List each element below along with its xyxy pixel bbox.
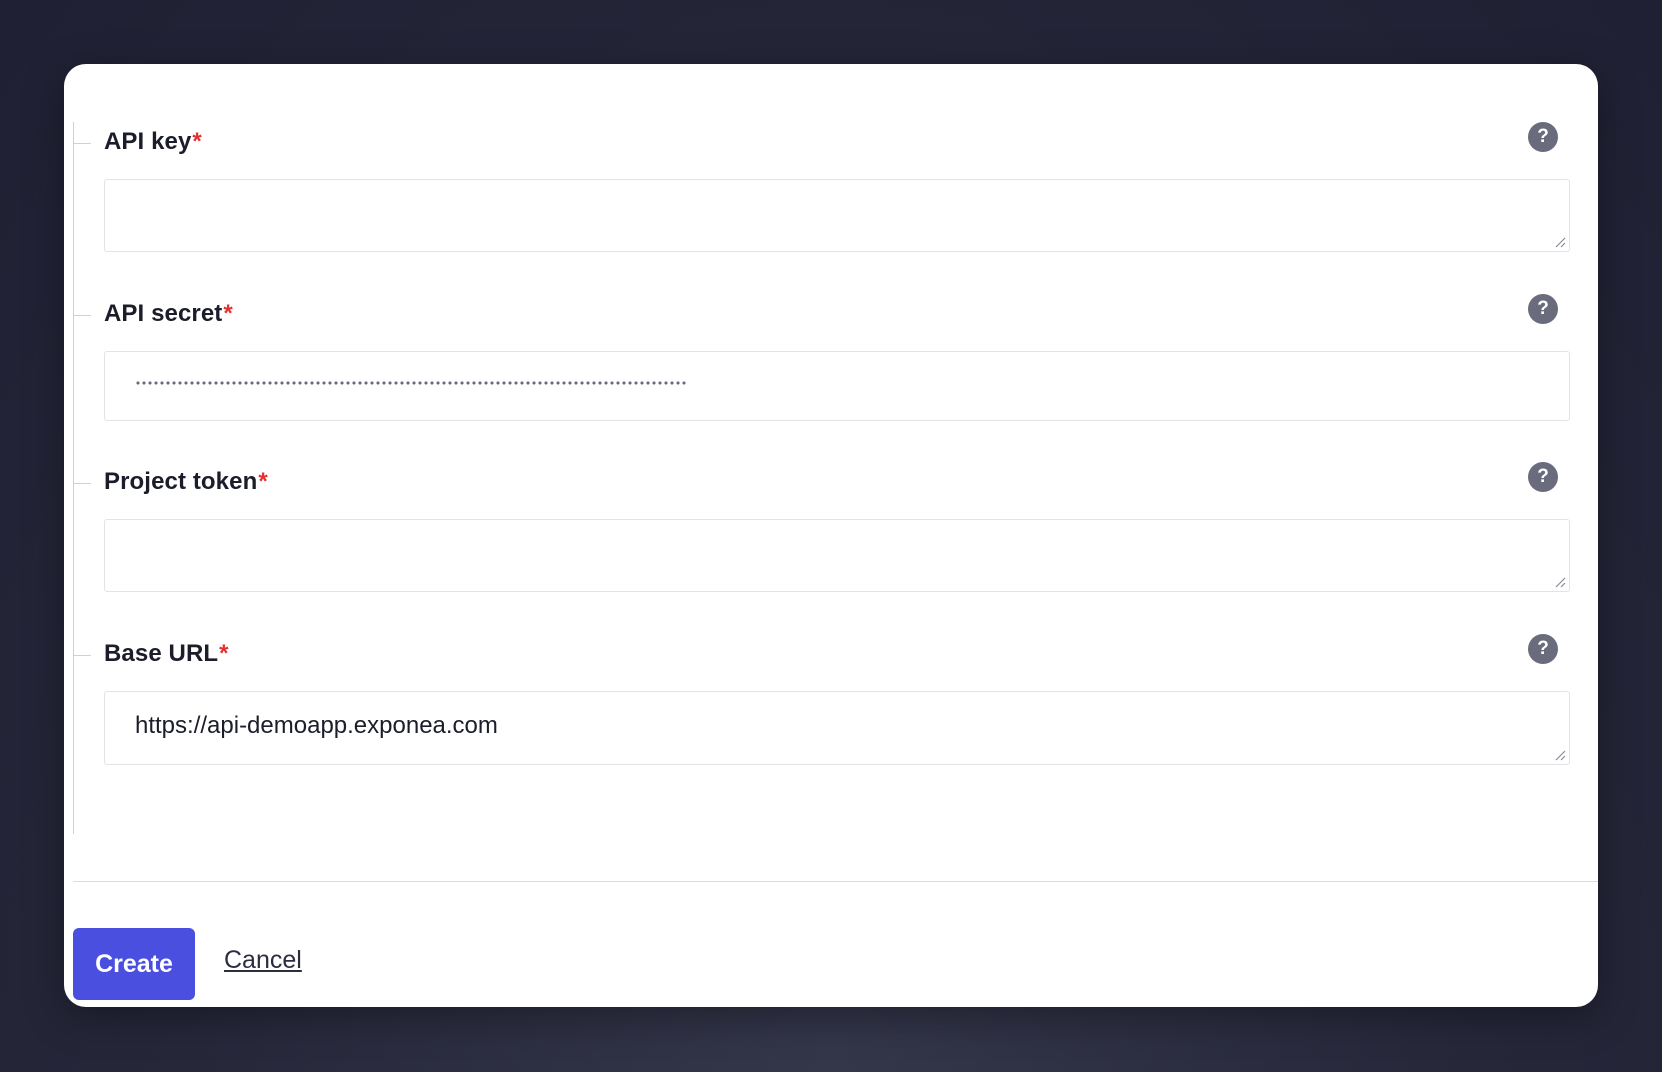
api-secret-label: API secret*: [104, 300, 233, 327]
tree-tick: [73, 483, 91, 484]
field-api-key: API key* ?: [73, 122, 1581, 254]
field-api-secret: API secret* ?: [73, 294, 1581, 422]
resize-handle-icon[interactable]: [1554, 236, 1566, 248]
api-secret-input[interactable]: [104, 351, 1570, 421]
required-asterisk: *: [223, 300, 233, 327]
help-icon[interactable]: ?: [1528, 462, 1558, 492]
tree-tick: [73, 655, 91, 656]
required-asterisk: *: [219, 640, 229, 667]
project-token-label: Project token*: [104, 468, 268, 495]
resize-handle-icon[interactable]: [1554, 576, 1566, 588]
project-token-input[interactable]: [104, 519, 1570, 592]
base-url-input[interactable]: https://api-demoapp.exponea.com: [104, 691, 1570, 765]
tree-tick: [73, 143, 91, 144]
resize-handle-icon[interactable]: [1554, 749, 1566, 761]
help-icon[interactable]: ?: [1528, 122, 1558, 152]
api-key-label: API key*: [104, 128, 202, 155]
help-icon[interactable]: ?: [1528, 294, 1558, 324]
required-asterisk: *: [258, 468, 268, 495]
field-project-token: Project token* ?: [73, 462, 1581, 594]
masked-secret-dots: [135, 380, 687, 386]
footer-divider: [73, 881, 1598, 882]
create-button[interactable]: Create: [73, 928, 195, 1000]
api-key-input[interactable]: [104, 179, 1570, 252]
help-icon[interactable]: ?: [1528, 634, 1558, 664]
connection-dialog: API key* ? API secret* ? Project token* …: [64, 64, 1598, 1007]
base-url-value: https://api-demoapp.exponea.com: [135, 712, 498, 739]
base-url-label: Base URL*: [104, 640, 229, 667]
field-base-url: Base URL* ? https://api-demoapp.exponea.…: [73, 634, 1581, 766]
required-asterisk: *: [192, 128, 202, 155]
tree-tick: [73, 315, 91, 316]
cancel-link[interactable]: Cancel: [224, 946, 302, 975]
